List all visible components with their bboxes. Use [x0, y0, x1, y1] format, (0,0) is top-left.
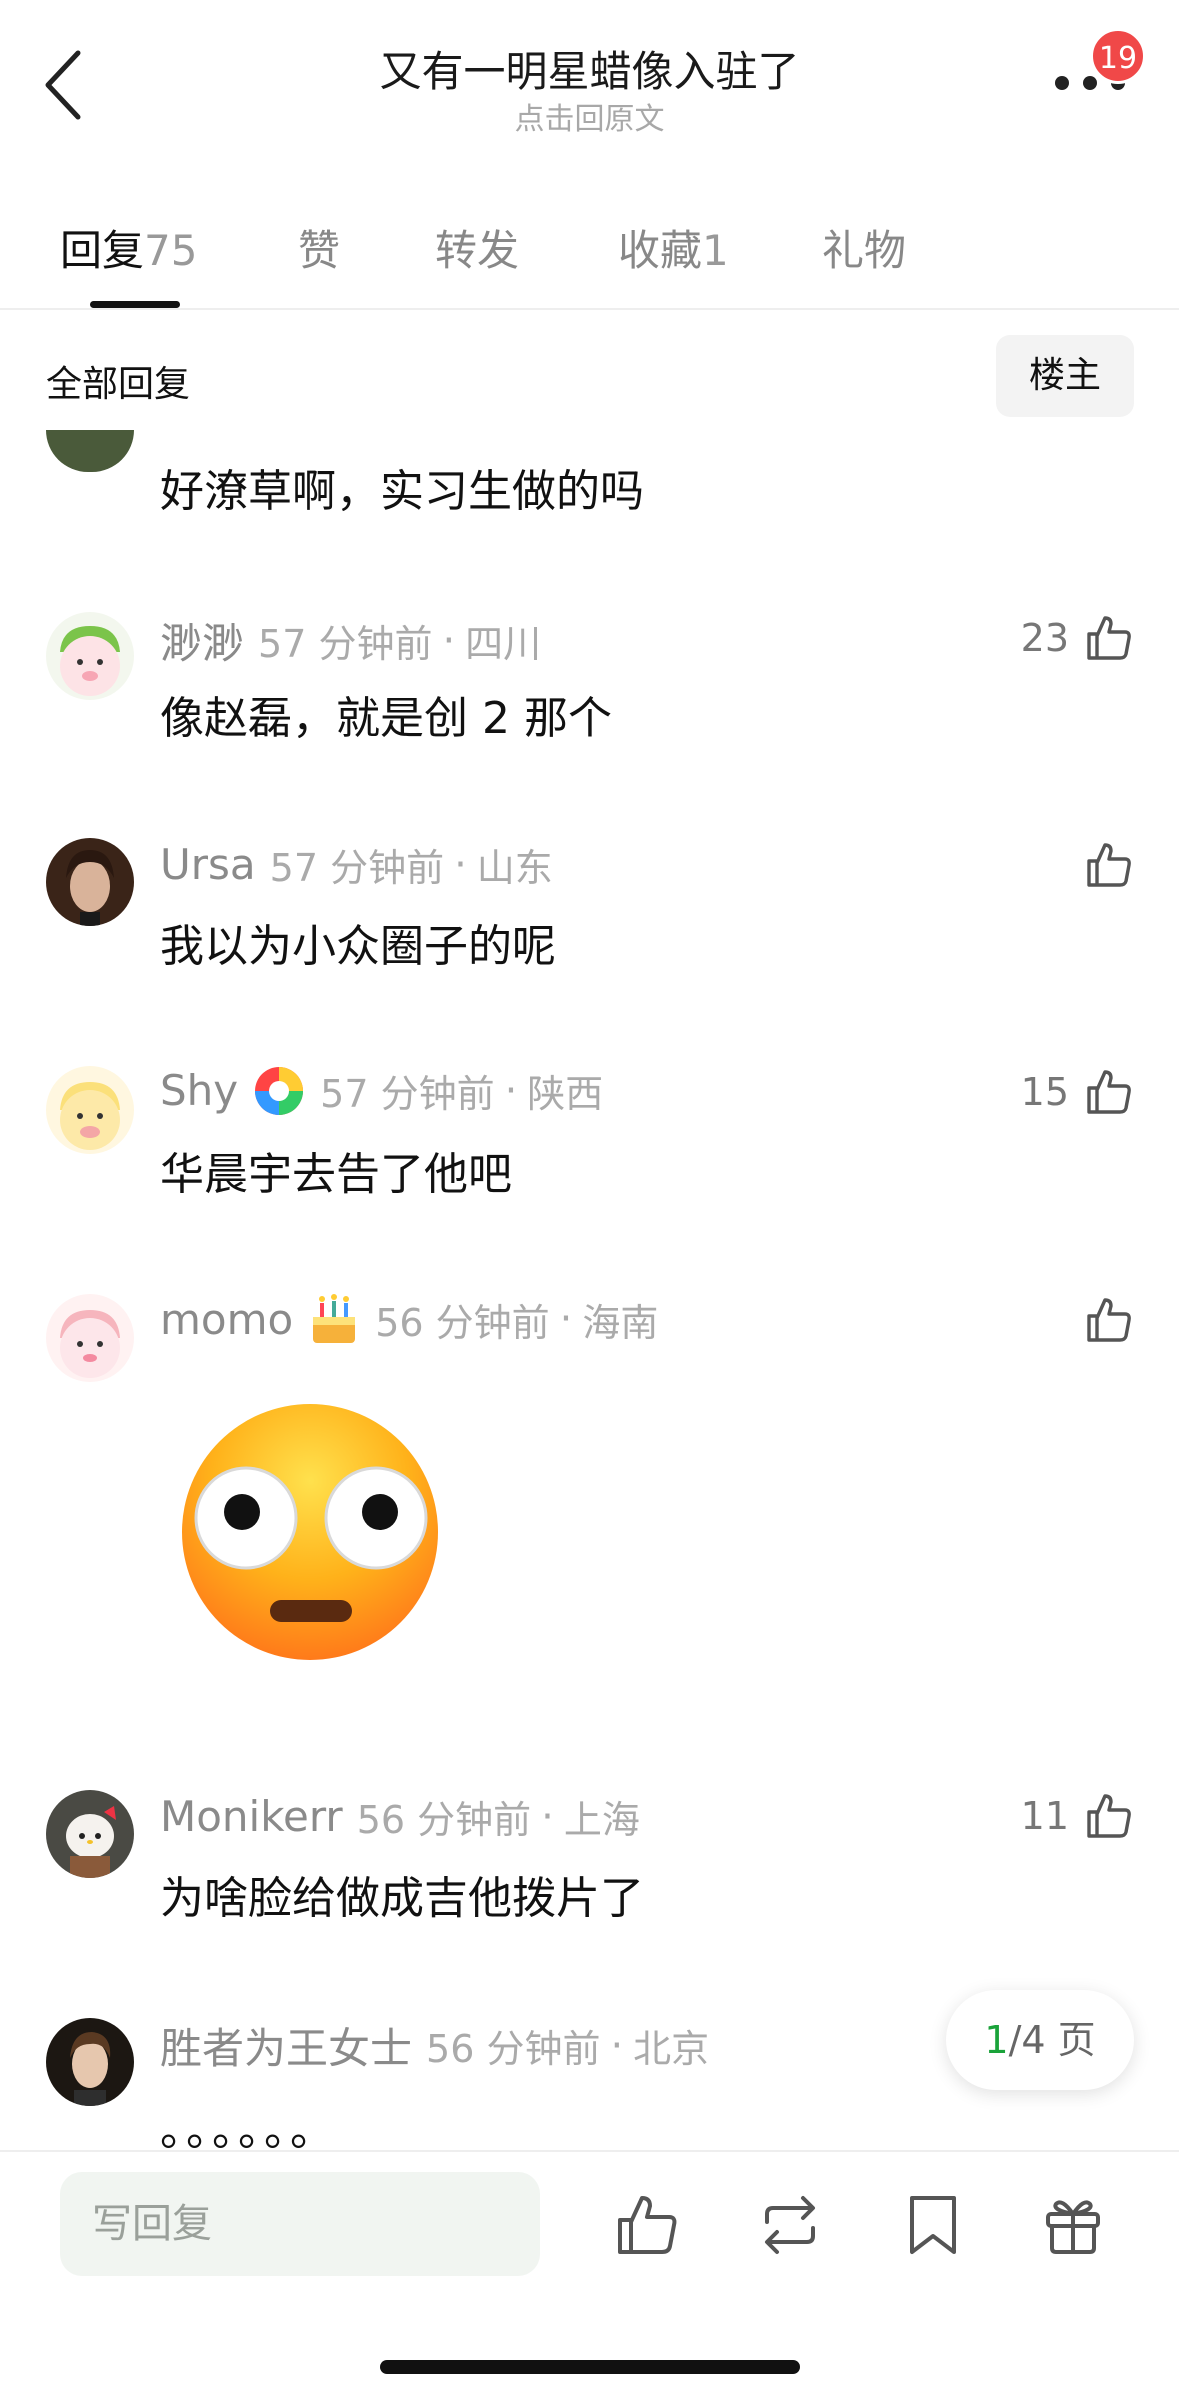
separator: · [454, 841, 467, 888]
repost-icon[interactable] [755, 2190, 825, 2260]
separator: · [442, 617, 456, 664]
reply-input[interactable]: 写回复 [60, 2172, 540, 2276]
separator: · [559, 1296, 573, 1342]
tab-label: 赞 [298, 226, 341, 275]
username[interactable]: 渺渺 [160, 610, 244, 671]
username[interactable]: Ursa [160, 840, 256, 889]
separator: · [610, 2022, 624, 2069]
tab-count: 75 [144, 226, 198, 275]
tab-favorites[interactable]: 收藏1 [618, 217, 729, 278]
back-to-original-link[interactable]: 点击回原文 [0, 94, 1179, 138]
comment-text: 我以为小众圈子的呢 [160, 921, 556, 972]
tab-label: 转发 [435, 226, 520, 275]
rainbow-badge-icon [255, 1066, 304, 1115]
page-indicator[interactable]: 1/4 页 [946, 1990, 1134, 2090]
comment-meta: 胜者为王女士 56 分钟前 · 北京 [160, 2015, 709, 2076]
location: 海南 [582, 1300, 659, 1345]
gift-icon[interactable] [1038, 2190, 1108, 2260]
avatar[interactable] [46, 838, 134, 926]
tab-count: 1 [702, 226, 729, 275]
avatar[interactable] [46, 1294, 134, 1382]
comment-meta: momo 56 分钟前 · 海南 [160, 1291, 658, 1347]
thumbs-up-icon[interactable] [612, 2190, 682, 2260]
flushed-face-emoji-icon [182, 1404, 438, 1660]
location: 山东 [476, 846, 553, 890]
tab-bar: 回复75 赞 转发 收藏1 礼物 [0, 205, 1179, 310]
avatar[interactable] [46, 612, 134, 700]
thumbs-up-icon [1087, 616, 1131, 660]
tab-likes[interactable]: 赞 [298, 217, 340, 278]
avatar[interactable] [46, 1790, 134, 1878]
location: 北京 [633, 2027, 710, 2071]
timestamp: 56 分钟前 [426, 2027, 601, 2071]
comment-meta: Shy 57 分钟前 · 陕西 [160, 1063, 603, 1118]
comment-meta: Ursa 57 分钟前 · 山东 [160, 837, 553, 892]
header: 又有一明星蜡像入驻了 点击回原文 19 [0, 0, 1179, 150]
timestamp: 57 分钟前 [320, 1072, 495, 1116]
birthday-cake-icon [313, 1294, 356, 1343]
comment-meta: Monikerr 56 分钟前 · 上海 [160, 1789, 640, 1844]
timestamp: 56 分钟前 [356, 1798, 532, 1842]
location: 陕西 [527, 1072, 604, 1116]
like-button[interactable]: 11 [1021, 1786, 1135, 1846]
like-count: 11 [1020, 1794, 1069, 1838]
location: 四川 [465, 622, 542, 666]
total-pages: /4 页 [1008, 2018, 1096, 2062]
thumbs-up-icon [1087, 1794, 1131, 1838]
location: 上海 [563, 1798, 640, 1842]
comment-meta: 渺渺 57 分钟前 · 四川 [160, 610, 541, 671]
bookmark-icon[interactable] [898, 2190, 968, 2260]
page-title: 又有一明星蜡像入驻了 [379, 47, 800, 96]
like-button[interactable] [1083, 835, 1135, 895]
tab-reposts[interactable]: 转发 [435, 217, 519, 278]
username[interactable]: momo [160, 1295, 293, 1344]
timestamp: 57 分钟前 [258, 622, 433, 666]
tab-replies[interactable]: 回复75 [60, 217, 197, 278]
active-tab-indicator [90, 301, 180, 308]
separator: · [541, 1793, 554, 1840]
thumbs-up-icon [1087, 843, 1131, 887]
filter-all-replies[interactable]: 全部回复 [46, 355, 190, 407]
comment-text: 像赵磊，就是创 2 那个 [160, 693, 612, 744]
comment-text: 。。。。。。 [160, 2105, 338, 2156]
timestamp: 56 分钟前 [375, 1300, 550, 1345]
like-count: 15 [1020, 1070, 1069, 1114]
owner-only-button[interactable]: 楼主 [996, 335, 1134, 417]
comment-text: 为啥脸给做成吉他拨片了 [160, 1873, 644, 1924]
avatar[interactable] [46, 1066, 134, 1154]
like-button[interactable]: 23 [1021, 608, 1135, 668]
tab-gifts[interactable]: 礼物 [822, 217, 906, 278]
timestamp: 57 分钟前 [269, 846, 445, 890]
like-count: 23 [1020, 616, 1069, 660]
like-button[interactable] [1083, 1290, 1135, 1350]
username[interactable]: 胜者为王女士 [160, 2015, 412, 2076]
avatar[interactable] [46, 2018, 134, 2106]
thumbs-up-icon [1087, 1298, 1131, 1342]
tab-label: 收藏 [618, 226, 703, 275]
like-button[interactable]: 15 [1021, 1062, 1135, 1122]
username[interactable]: Shy [160, 1066, 238, 1115]
username[interactable]: Monikerr [160, 1792, 343, 1841]
comment-text: 好潦草啊，实习生做的吗 [160, 466, 644, 517]
home-indicator [380, 2360, 800, 2374]
notification-badge: 19 [1090, 28, 1146, 84]
tab-label: 回复 [60, 226, 145, 275]
current-page: 1 [984, 2018, 1009, 2062]
thumbs-up-icon [1087, 1070, 1131, 1114]
tab-label: 礼物 [822, 226, 907, 275]
comment-text: 华晨宇去告了他吧 [160, 1149, 512, 1200]
separator: · [504, 1067, 518, 1114]
avatar[interactable] [46, 430, 134, 472]
